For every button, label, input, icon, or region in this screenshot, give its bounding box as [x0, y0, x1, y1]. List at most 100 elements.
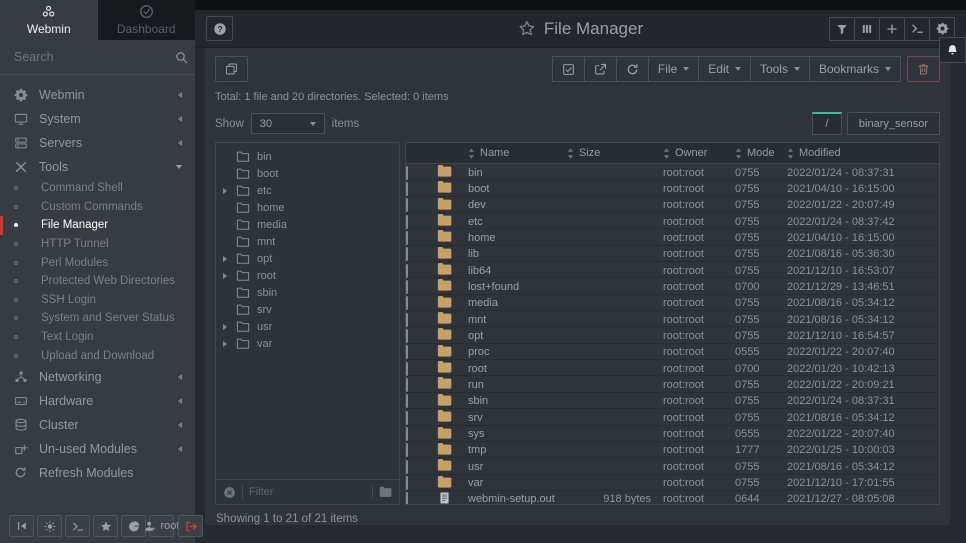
tab-dashboard[interactable]: Dashboard: [98, 0, 196, 40]
file-name[interactable]: srv: [468, 412, 567, 424]
file-name[interactable]: opt: [468, 330, 567, 342]
tree-item-root[interactable]: root: [216, 267, 399, 284]
file-name[interactable]: boot: [468, 183, 567, 195]
sidebar-subitem-ssh-login[interactable]: SSH Login: [0, 291, 195, 310]
row-checkbox[interactable]: [406, 492, 408, 504]
tree-item-srv[interactable]: srv: [216, 301, 399, 318]
sidebar-subitem-system-and-server-status[interactable]: System and Server Status: [0, 309, 195, 328]
file-name[interactable]: lib: [468, 248, 567, 260]
tree-item-usr[interactable]: usr: [216, 318, 399, 335]
expander-icon[interactable]: [223, 256, 236, 262]
table-row-tmp[interactable]: tmproot:root17772022/01/25 - 10:00:03: [406, 442, 939, 458]
file-name[interactable]: etc: [468, 216, 567, 228]
sidebar-item-servers[interactable]: Servers: [0, 131, 195, 155]
tree-item-home[interactable]: home: [216, 199, 399, 216]
file-name[interactable]: var: [468, 477, 567, 489]
table-row-run[interactable]: runroot:root07552022/01/22 - 20:09:21: [406, 376, 939, 392]
tree-item-etc[interactable]: etc: [216, 182, 399, 199]
tree-item-mnt[interactable]: mnt: [216, 233, 399, 250]
file-name[interactable]: home: [468, 232, 567, 244]
menu-edit-button[interactable]: Edit: [698, 56, 751, 82]
table-row-lost-found[interactable]: lost+foundroot:root07002021/12/29 - 13:4…: [406, 278, 939, 294]
file-name[interactable]: mnt: [468, 314, 567, 326]
file-name[interactable]: root: [468, 363, 567, 375]
column-header-owner[interactable]: Owner: [663, 147, 735, 159]
file-name[interactable]: webmin-setup.out: [468, 493, 567, 504]
table-row-usr[interactable]: usrroot:root07552021/08/16 - 05:34:12: [406, 458, 939, 474]
sidebar-subitem-file-manager[interactable]: File Manager: [0, 216, 195, 235]
row-checkbox[interactable]: [406, 476, 408, 490]
row-checkbox[interactable]: [406, 264, 408, 278]
table-row-lib64[interactable]: lib64root:root07552021/12/10 - 16:53:07: [406, 262, 939, 278]
tree-item-var[interactable]: var: [216, 335, 399, 352]
row-checkbox[interactable]: [406, 443, 408, 457]
file-name[interactable]: lib64: [468, 265, 567, 277]
sidebar-item-tools[interactable]: Tools: [0, 155, 195, 179]
sidebar-item-networking[interactable]: Networking: [0, 365, 195, 389]
file-name[interactable]: sbin: [468, 395, 567, 407]
table-row-lib[interactable]: libroot:root07552021/08/16 - 05:36:30: [406, 246, 939, 262]
row-checkbox[interactable]: [406, 182, 408, 196]
table-row-sbin[interactable]: sbinroot:root07552022/01/24 - 08:37:31: [406, 393, 939, 409]
file-name[interactable]: usr: [468, 461, 567, 473]
sidebar-subitem-upload-and-download[interactable]: Upload and Download: [0, 346, 195, 365]
folder-solid-icon[interactable]: [379, 486, 392, 499]
sidebar-subitem-command-shell[interactable]: Command Shell: [0, 179, 195, 198]
sidebar-item-system[interactable]: System: [0, 107, 195, 131]
row-checkbox[interactable]: [406, 362, 408, 376]
trash-button[interactable]: [907, 56, 940, 82]
sidebar-item-hardware[interactable]: Hardware: [0, 389, 195, 413]
tree-item-bin[interactable]: bin: [216, 148, 399, 165]
row-checkbox[interactable]: [406, 313, 408, 327]
column-header-mode[interactable]: Mode: [735, 147, 787, 159]
page-size-select[interactable]: 30: [251, 113, 325, 134]
row-checkbox[interactable]: [406, 394, 408, 408]
file-name[interactable]: lost+found: [468, 281, 567, 293]
table-row-sys[interactable]: sysroot:root05552022/01/22 - 20:07:40: [406, 426, 939, 442]
sidebar-item-un-used-modules[interactable]: Un-used Modules: [0, 437, 195, 461]
row-checkbox[interactable]: [406, 329, 408, 343]
terminal-button[interactable]: [65, 515, 90, 537]
search-input[interactable]: [14, 50, 175, 64]
tree-item-opt[interactable]: opt: [216, 250, 399, 267]
menu-file-button[interactable]: File: [648, 56, 699, 82]
table-row-proc[interactable]: procroot:root05552022/01/22 - 20:07:40: [406, 344, 939, 360]
menu-tools-button[interactable]: Tools: [750, 56, 810, 82]
help-button[interactable]: ?: [206, 16, 233, 41]
row-checkbox[interactable]: [406, 296, 408, 310]
row-checkbox[interactable]: [406, 378, 408, 392]
file-name[interactable]: sys: [468, 428, 567, 440]
path-segment[interactable]: binary_sensor: [847, 112, 940, 135]
user-button[interactable]: root: [149, 515, 174, 537]
table-row-boot[interactable]: bootroot:root07552021/04/10 - 16:15:00: [406, 180, 939, 196]
file-name[interactable]: proc: [468, 346, 567, 358]
table-row-media[interactable]: mediaroot:root07552021/08/16 - 05:34:12: [406, 295, 939, 311]
row-checkbox[interactable]: [406, 460, 408, 474]
table-row-home[interactable]: homeroot:root07552021/04/10 - 16:15:00: [406, 229, 939, 245]
path-segment-root[interactable]: /: [812, 112, 842, 135]
sidebar-subitem-custom-commands[interactable]: Custom Commands: [0, 198, 195, 217]
table-row-root[interactable]: rootroot:root07002022/01/20 - 10:42:13: [406, 360, 939, 376]
sidebar-item-webmin[interactable]: Webmin: [0, 83, 195, 107]
tree-item-media[interactable]: media: [216, 216, 399, 233]
row-checkbox[interactable]: [406, 427, 408, 441]
sidebar-item-refresh-modules[interactable]: Refresh Modules: [0, 461, 195, 485]
row-checkbox[interactable]: [406, 345, 408, 359]
row-checkbox[interactable]: [406, 411, 408, 425]
new-window-button[interactable]: [215, 56, 248, 82]
row-checkbox[interactable]: [406, 215, 408, 229]
table-row-etc[interactable]: etcroot:root07552022/01/24 - 08:37:42: [406, 213, 939, 229]
file-name[interactable]: media: [468, 297, 567, 309]
expander-icon[interactable]: [223, 341, 236, 347]
theme-sun-button[interactable]: [37, 515, 62, 537]
tree-item-sbin[interactable]: sbin: [216, 284, 399, 301]
notifications-bell[interactable]: [939, 37, 966, 63]
file-name[interactable]: dev: [468, 199, 567, 211]
refresh-button[interactable]: [616, 56, 649, 82]
tree-filter-input[interactable]: [249, 486, 366, 498]
expander-icon[interactable]: [223, 273, 236, 279]
tree-item-boot[interactable]: boot: [216, 165, 399, 182]
sidebar-item-cluster[interactable]: Cluster: [0, 413, 195, 437]
sidebar-subitem-protected-web-directories[interactable]: Protected Web Directories: [0, 272, 195, 291]
pie-chart-button[interactable]: [121, 515, 146, 537]
